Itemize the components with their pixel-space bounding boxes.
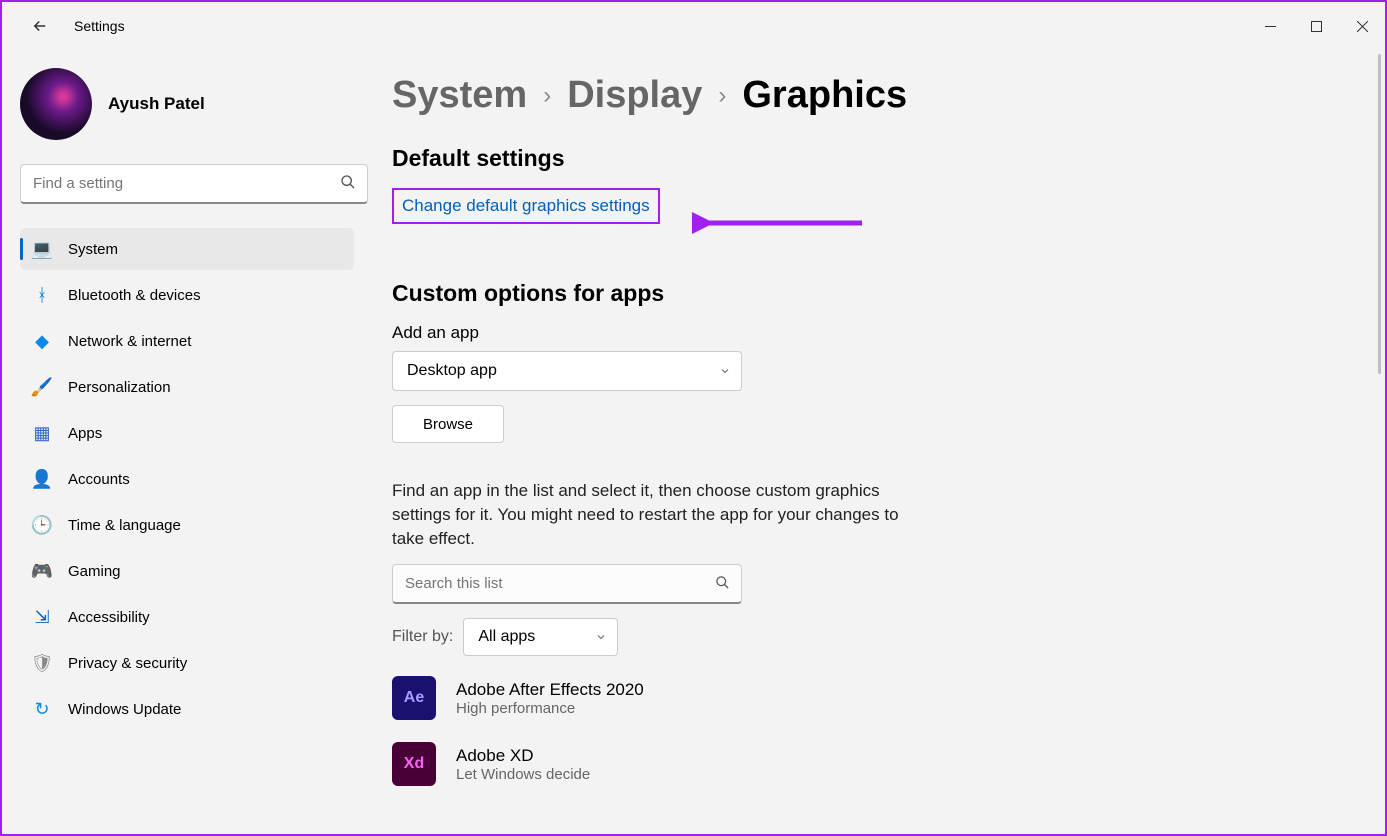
avatar <box>20 68 92 140</box>
sidebar-item-label: Accessibility <box>68 609 150 626</box>
list-search-input[interactable] <box>392 564 742 604</box>
sidebar-item-label: Accounts <box>68 471 130 488</box>
sidebar-item-label: Personalization <box>68 379 171 396</box>
scrollbar[interactable] <box>1378 54 1381 374</box>
app-name: Adobe XD <box>456 746 590 766</box>
app-setting: High performance <box>456 700 644 717</box>
titlebar: Settings <box>2 2 1385 50</box>
breadcrumb: System › Display › Graphics <box>392 74 1345 117</box>
search-icon <box>715 575 730 593</box>
browse-button[interactable]: Browse <box>392 405 504 443</box>
sidebar-item-gaming[interactable]: 🎮 Gaming <box>20 550 354 592</box>
chevron-down-icon <box>595 631 607 643</box>
sidebar-item-bluetooth[interactable]: ᚼ Bluetooth & devices <box>20 274 354 316</box>
app-type-value: Desktop app <box>407 362 497 380</box>
maximize-icon <box>1311 21 1322 32</box>
nav-list: 💻 System ᚼ Bluetooth & devices ◆ Network & in… <box>20 228 372 730</box>
chevron-right-icon: › <box>543 82 551 110</box>
profile-block[interactable]: Ayush Patel <box>20 68 372 140</box>
bluetooth-icon: ᚼ <box>32 285 52 305</box>
system-icon: 💻 <box>32 239 52 259</box>
sidebar-item-label: Time & language <box>68 517 181 534</box>
chevron-right-icon: › <box>718 82 726 110</box>
filter-row: Filter by: All apps <box>392 618 1345 656</box>
sidebar-item-label: Windows Update <box>68 701 181 718</box>
main-content: System › Display › Graphics Default sett… <box>372 50 1385 834</box>
time-icon: 🕒 <box>32 515 52 535</box>
sidebar-item-accounts[interactable]: 👤 Accounts <box>20 458 354 500</box>
sidebar-item-label: Apps <box>68 425 102 442</box>
help-text: Find an app in the list and select it, t… <box>392 479 922 550</box>
profile-name: Ayush Patel <box>108 94 205 114</box>
sidebar-item-label: Network & internet <box>68 333 191 350</box>
accessibility-icon: ⇲ <box>32 607 52 627</box>
sidebar-item-label: Bluetooth & devices <box>68 287 201 304</box>
change-default-graphics-link[interactable]: Change default graphics settings <box>392 188 660 224</box>
accounts-icon: 👤 <box>32 469 52 489</box>
sidebar-item-label: System <box>68 241 118 258</box>
sidebar-item-time[interactable]: 🕒 Time & language <box>20 504 354 546</box>
custom-options-heading: Custom options for apps <box>392 280 1345 307</box>
filter-value: All apps <box>478 628 535 646</box>
sidebar-item-system[interactable]: 💻 System <box>20 228 354 270</box>
minimize-button[interactable] <box>1247 6 1293 46</box>
app-title: Settings <box>74 18 125 34</box>
app-row[interactable]: Ae Adobe After Effects 2020High performan… <box>392 676 1345 720</box>
breadcrumb-system[interactable]: System <box>392 74 527 117</box>
sidebar-item-update[interactable]: ↻ Windows Update <box>20 688 354 730</box>
search-input[interactable] <box>20 164 368 204</box>
maximize-button[interactable] <box>1293 6 1339 46</box>
sidebar-item-accessibility[interactable]: ⇲ Accessibility <box>20 596 354 638</box>
app-name: Adobe After Effects 2020 <box>456 680 644 700</box>
personalization-icon: 🖌️ <box>32 377 52 397</box>
gaming-icon: 🎮 <box>32 561 52 581</box>
app-icon: Ae <box>392 676 436 720</box>
search-icon <box>340 174 356 194</box>
arrow-left-icon <box>31 17 49 35</box>
app-type-dropdown[interactable]: Desktop app <box>392 351 742 391</box>
sidebar-item-network[interactable]: ◆ Network & internet <box>20 320 354 362</box>
app-icon: Xd <box>392 742 436 786</box>
default-settings-heading: Default settings <box>392 145 1345 172</box>
app-list: Ae Adobe After Effects 2020High performan… <box>392 676 1345 786</box>
network-icon: ◆ <box>32 331 52 351</box>
breadcrumb-current: Graphics <box>742 74 907 117</box>
list-search-box <box>392 564 742 604</box>
window-controls <box>1247 6 1385 46</box>
app-setting: Let Windows decide <box>456 766 590 783</box>
update-icon: ↻ <box>32 699 52 719</box>
filter-dropdown[interactable]: All apps <box>463 618 618 656</box>
sidebar-item-personalization[interactable]: 🖌️ Personalization <box>20 366 354 408</box>
add-app-label: Add an app <box>392 323 1345 343</box>
close-icon <box>1357 21 1368 32</box>
filter-label: Filter by: <box>392 628 453 646</box>
sidebar-item-privacy[interactable]: 🛡 Privacy & security <box>20 642 354 684</box>
breadcrumb-display[interactable]: Display <box>567 74 702 117</box>
sidebar: Ayush Patel 💻 System ᚼ Bluetooth & devices ◆… <box>2 50 372 834</box>
back-button[interactable] <box>20 6 60 46</box>
chevron-down-icon <box>719 365 731 377</box>
minimize-icon <box>1265 21 1276 32</box>
search-box <box>20 164 368 204</box>
sidebar-item-apps[interactable]: ▦ Apps <box>20 412 354 454</box>
app-row[interactable]: Xd Adobe XDLet Windows decide <box>392 742 1345 786</box>
close-button[interactable] <box>1339 6 1385 46</box>
privacy-icon: 🛡 <box>32 653 52 673</box>
sidebar-item-label: Privacy & security <box>68 655 187 672</box>
annotation-arrow <box>692 208 872 238</box>
apps-icon: ▦ <box>32 423 52 443</box>
sidebar-item-label: Gaming <box>68 563 121 580</box>
